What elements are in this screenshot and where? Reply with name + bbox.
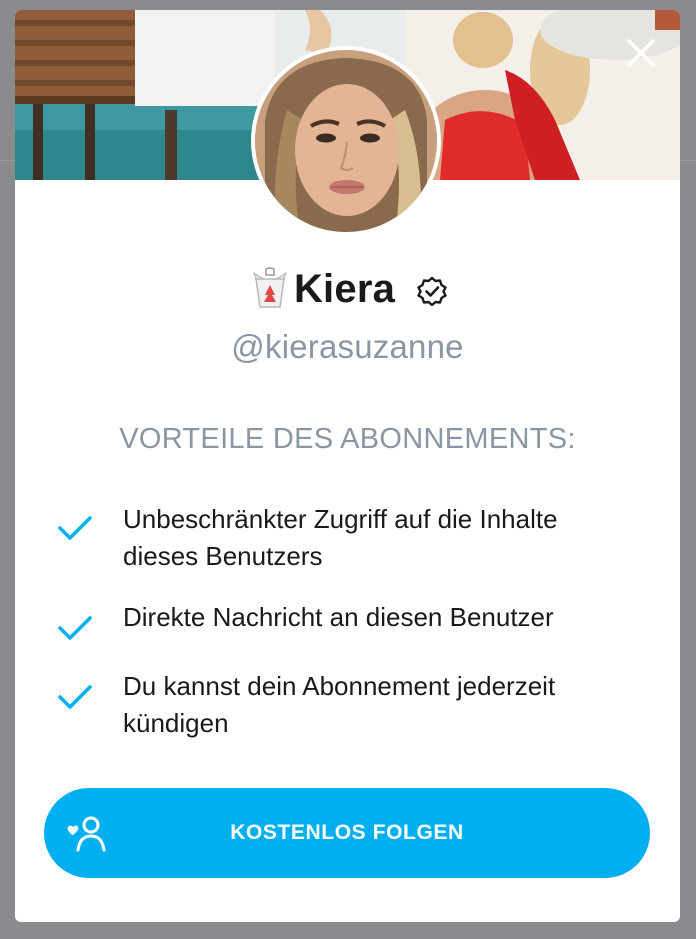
close-button[interactable]: [620, 32, 662, 74]
check-icon: [58, 616, 92, 640]
close-icon: [627, 39, 655, 67]
check-icon: [58, 685, 92, 709]
benefit-line: Du kannst dein Abonnement jederzeit: [123, 671, 556, 701]
check-icon: [58, 516, 92, 540]
subscribe-modal: Kiera @kierasuzanne VORTEILE DES ABONNEM…: [15, 10, 680, 922]
takeout-box-emoji: [253, 267, 287, 308]
benefit-line: dieses Benutzers: [123, 541, 323, 571]
benefit-item: Du kannst dein Abonnement jederzeit künd…: [55, 668, 655, 742]
benefit-text: Direkte Nachricht an diesen Benutzer: [123, 599, 554, 636]
display-name: Kiera: [293, 266, 396, 311]
follow-button-label: KOSTENLOS FOLGEN: [230, 821, 464, 844]
benefit-line: Direkte Nachricht an diesen Benutzer: [123, 602, 554, 632]
benefit-text: Du kannst dein Abonnement jederzeit künd…: [123, 668, 555, 742]
benefit-line: Unbeschränkter Zugriff auf die Inhalte: [123, 504, 558, 534]
username: @kierasuzanne: [231, 328, 464, 365]
profile-name-row: Kiera: [15, 264, 680, 314]
benefit-text: Unbeschränkter Zugriff auf die Inhalte d…: [123, 501, 558, 575]
benefits-title: VORTEILE DES ABONNEMENTS:: [119, 423, 576, 455]
verified-badge-icon: [417, 276, 447, 306]
follow-free-button[interactable]: KOSTENLOS FOLGEN: [44, 788, 650, 878]
benefit-item: Unbeschränkter Zugriff auf die Inhalte d…: [55, 501, 655, 575]
follow-user-icon: [67, 816, 106, 852]
benefit-item: Direkte Nachricht an diesen Benutzer: [55, 599, 655, 647]
benefit-line: kündigen: [123, 708, 229, 738]
avatar[interactable]: [251, 46, 441, 236]
